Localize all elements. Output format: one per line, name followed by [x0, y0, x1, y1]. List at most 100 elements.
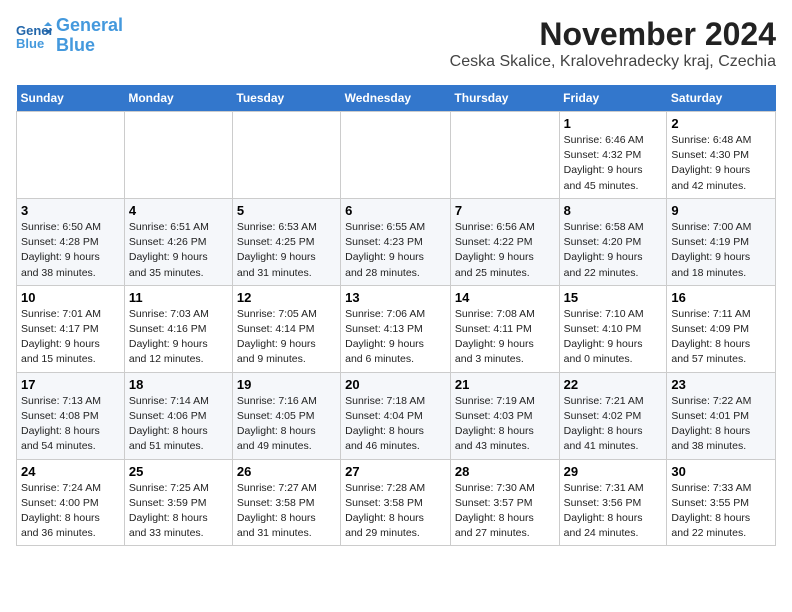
- calendar-cell: 3Sunrise: 6:50 AMSunset: 4:28 PMDaylight…: [17, 198, 125, 285]
- header-sunday: Sunday: [17, 85, 125, 112]
- calendar-cell: [341, 112, 451, 199]
- day-info: Sunrise: 7:28 AMSunset: 3:58 PMDaylight:…: [345, 481, 446, 542]
- logo: General Blue General Blue: [16, 16, 123, 56]
- calendar-cell: 10 Sunrise: 7:01 AMSunset: 4:17 PMDayligh…: [17, 285, 125, 372]
- day-number: 9: [671, 203, 771, 218]
- day-number: 30: [671, 464, 771, 479]
- calendar-cell: 22 Sunrise: 7:21 AMSunset: 4:02 PMDayligh…: [559, 372, 667, 459]
- day-info: Sunrise: 7:25 AMSunset: 3:59 PMDaylight:…: [129, 481, 228, 542]
- day-number: 16: [671, 290, 771, 305]
- day-number: 11: [129, 290, 228, 305]
- logo-text: General Blue: [56, 16, 123, 56]
- day-info: Sunrise: 6:46 AMSunset: 4:32 PMDaylight:…: [564, 133, 663, 194]
- header-monday: Monday: [124, 85, 232, 112]
- day-info: Sunrise: 6:55 AMSunset: 4:23 PMDaylight:…: [345, 220, 446, 281]
- day-number: 4: [129, 203, 228, 218]
- day-number: 7: [455, 203, 555, 218]
- calendar-cell: 12Sunrise: 7:05 AMSunset: 4:14 PMDayligh…: [232, 285, 340, 372]
- logo-line2: Blue: [56, 35, 95, 55]
- calendar-cell: 6 Sunrise: 6:55 AMSunset: 4:23 PMDaylight…: [341, 198, 451, 285]
- calendar-cell: 29 Sunrise: 7:31 AMSunset: 3:56 PMDayligh…: [559, 459, 667, 546]
- calendar-cell: 13Sunrise: 7:06 AMSunset: 4:13 PMDayligh…: [341, 285, 451, 372]
- title-section: November 2024 Ceska Skalice, Kralovehrad…: [450, 16, 776, 79]
- day-number: 27: [345, 464, 446, 479]
- header-thursday: Thursday: [450, 85, 559, 112]
- day-number: 14: [455, 290, 555, 305]
- logo-line1: General: [56, 15, 123, 35]
- calendar-cell: [124, 112, 232, 199]
- calendar-cell: 30 Sunrise: 7:33 AMSunset: 3:55 PMDayligh…: [667, 459, 776, 546]
- calendar-week-5: 24Sunrise: 7:24 AMSunset: 4:00 PMDayligh…: [17, 459, 776, 546]
- logo-icon: General Blue: [16, 22, 52, 50]
- day-info: Sunrise: 6:51 AMSunset: 4:26 PMDaylight:…: [129, 220, 228, 281]
- day-number: 22: [564, 377, 663, 392]
- day-number: 1: [564, 116, 663, 131]
- day-number: 21: [455, 377, 555, 392]
- day-number: 18: [129, 377, 228, 392]
- day-number: 24: [21, 464, 120, 479]
- calendar-cell: 26 Sunrise: 7:27 AMSunset: 3:58 PMDayligh…: [232, 459, 340, 546]
- calendar-table: Sunday Monday Tuesday Wednesday Thursday…: [16, 85, 776, 546]
- weekday-header-row: Sunday Monday Tuesday Wednesday Thursday…: [17, 85, 776, 112]
- day-info: Sunrise: 7:21 AMSunset: 4:02 PMDaylight:…: [564, 394, 663, 455]
- calendar-cell: 19 Sunrise: 7:16 AMSunset: 4:05 PMDayligh…: [232, 372, 340, 459]
- day-number: 8: [564, 203, 663, 218]
- day-info: Sunrise: 7:19 AMSunset: 4:03 PMDaylight:…: [455, 394, 555, 455]
- day-info: Sunrise: 7:16 AMSunset: 4:05 PMDaylight:…: [237, 394, 336, 455]
- day-number: 10: [21, 290, 120, 305]
- day-info: Sunrise: 7:03 AMSunset: 4:16 PMDaylight:…: [129, 307, 228, 368]
- day-info: Sunrise: 7:10 AMSunset: 4:10 PMDaylight:…: [564, 307, 663, 368]
- calendar-week-1: 1 Sunrise: 6:46 AMSunset: 4:32 PMDaylight…: [17, 112, 776, 199]
- day-info: Sunrise: 7:11 AMSunset: 4:09 PMDaylight:…: [671, 307, 771, 368]
- calendar-week-3: 10 Sunrise: 7:01 AMSunset: 4:17 PMDayligh…: [17, 285, 776, 372]
- calendar-cell: [450, 112, 559, 199]
- calendar-cell: 23Sunrise: 7:22 AMSunset: 4:01 PMDayligh…: [667, 372, 776, 459]
- day-number: 17: [21, 377, 120, 392]
- day-info: Sunrise: 7:27 AMSunset: 3:58 PMDaylight:…: [237, 481, 336, 542]
- calendar-cell: [232, 112, 340, 199]
- day-number: 26: [237, 464, 336, 479]
- day-number: 5: [237, 203, 336, 218]
- day-info: Sunrise: 7:08 AMSunset: 4:11 PMDaylight:…: [455, 307, 555, 368]
- day-info: Sunrise: 7:30 AMSunset: 3:57 PMDaylight:…: [455, 481, 555, 542]
- calendar-week-4: 17 Sunrise: 7:13 AMSunset: 4:08 PMDayligh…: [17, 372, 776, 459]
- day-number: 20: [345, 377, 446, 392]
- day-number: 28: [455, 464, 555, 479]
- calendar-cell: 14 Sunrise: 7:08 AMSunset: 4:11 PMDayligh…: [450, 285, 559, 372]
- svg-text:Blue: Blue: [16, 36, 44, 50]
- calendar-cell: 28 Sunrise: 7:30 AMSunset: 3:57 PMDayligh…: [450, 459, 559, 546]
- calendar-cell: 17 Sunrise: 7:13 AMSunset: 4:08 PMDayligh…: [17, 372, 125, 459]
- day-number: 29: [564, 464, 663, 479]
- day-info: Sunrise: 6:58 AMSunset: 4:20 PMDaylight:…: [564, 220, 663, 281]
- header-saturday: Saturday: [667, 85, 776, 112]
- calendar-cell: 1 Sunrise: 6:46 AMSunset: 4:32 PMDaylight…: [559, 112, 667, 199]
- calendar-cell: 16 Sunrise: 7:11 AMSunset: 4:09 PMDayligh…: [667, 285, 776, 372]
- header-friday: Friday: [559, 85, 667, 112]
- day-number: 3: [21, 203, 120, 218]
- location-title: Ceska Skalice, Kralovehradecky kraj, Cze…: [450, 53, 776, 71]
- calendar-cell: 15Sunrise: 7:10 AMSunset: 4:10 PMDayligh…: [559, 285, 667, 372]
- calendar-cell: 21 Sunrise: 7:19 AMSunset: 4:03 PMDayligh…: [450, 372, 559, 459]
- day-number: 2: [671, 116, 771, 131]
- day-info: Sunrise: 7:22 AMSunset: 4:01 PMDaylight:…: [671, 394, 771, 455]
- calendar-cell: 5Sunrise: 6:53 AMSunset: 4:25 PMDaylight…: [232, 198, 340, 285]
- day-number: 19: [237, 377, 336, 392]
- day-info: Sunrise: 7:05 AMSunset: 4:14 PMDaylight:…: [237, 307, 336, 368]
- header-wednesday: Wednesday: [341, 85, 451, 112]
- calendar-cell: 18Sunrise: 7:14 AMSunset: 4:06 PMDayligh…: [124, 372, 232, 459]
- calendar-cell: 24Sunrise: 7:24 AMSunset: 4:00 PMDayligh…: [17, 459, 125, 546]
- calendar-cell: 27 Sunrise: 7:28 AMSunset: 3:58 PMDayligh…: [341, 459, 451, 546]
- calendar-cell: 7 Sunrise: 6:56 AMSunset: 4:22 PMDaylight…: [450, 198, 559, 285]
- calendar-cell: 4 Sunrise: 6:51 AMSunset: 4:26 PMDaylight…: [124, 198, 232, 285]
- calendar-cell: 9Sunrise: 7:00 AMSunset: 4:19 PMDaylight…: [667, 198, 776, 285]
- day-info: Sunrise: 7:31 AMSunset: 3:56 PMDaylight:…: [564, 481, 663, 542]
- day-info: Sunrise: 7:33 AMSunset: 3:55 PMDaylight:…: [671, 481, 771, 542]
- day-info: Sunrise: 6:56 AMSunset: 4:22 PMDaylight:…: [455, 220, 555, 281]
- calendar-cell: [17, 112, 125, 199]
- day-info: Sunrise: 7:01 AMSunset: 4:17 PMDaylight:…: [21, 307, 120, 368]
- day-info: Sunrise: 6:48 AMSunset: 4:30 PMDaylight:…: [671, 133, 771, 194]
- calendar-week-2: 3Sunrise: 6:50 AMSunset: 4:28 PMDaylight…: [17, 198, 776, 285]
- day-info: Sunrise: 7:13 AMSunset: 4:08 PMDaylight:…: [21, 394, 120, 455]
- day-number: 13: [345, 290, 446, 305]
- day-number: 6: [345, 203, 446, 218]
